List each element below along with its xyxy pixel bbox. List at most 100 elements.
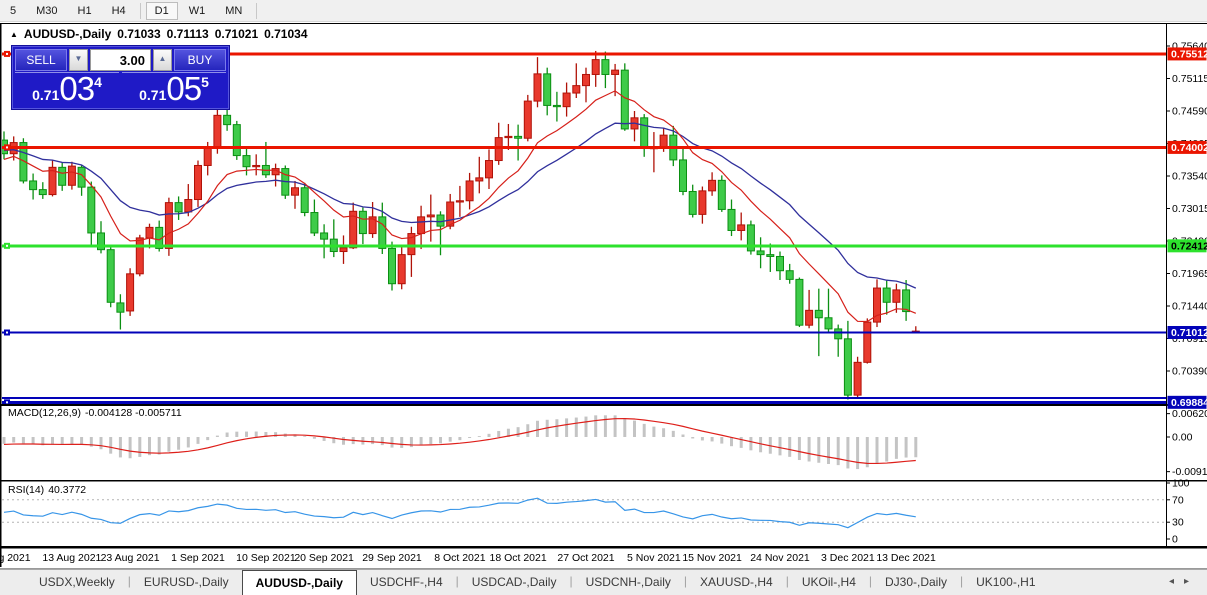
buy-price-pip-digit: 5: [201, 74, 209, 90]
hline-anchor-marker-center: [6, 146, 8, 149]
chart-tab-usdx-weekly[interactable]: USDX,Weekly: [26, 570, 128, 595]
rsi-panel[interactable]: [2, 497, 1166, 529]
macd-values: -0.004128 -0.005711: [84, 407, 182, 419]
date-tick-label: 8 Oct 2021: [434, 552, 486, 564]
candle-bear: [514, 135, 523, 139]
price-tick-label: 0.70390: [1172, 366, 1207, 378]
macd-name: MACD(12,26,9): [8, 407, 81, 419]
chart-tab-usdcad-daily[interactable]: USDCAD-,Daily: [459, 570, 570, 595]
price-tick-label: 0.71440: [1172, 301, 1207, 313]
rsi-tick-label: 70: [1172, 494, 1184, 506]
candle-bear: [824, 317, 833, 330]
chart-tab-xauusd-h4[interactable]: XAUUSD-,H4: [687, 570, 786, 595]
date-tick-label: 23 Aug 2021: [101, 552, 160, 564]
hline-anchor-marker-center: [6, 244, 8, 247]
timeframe-button-5[interactable]: 5: [1, 2, 25, 20]
candle-bear: [620, 69, 629, 130]
candle-bull: [339, 247, 348, 253]
candle-bull: [475, 177, 484, 182]
candle-bull: [203, 147, 212, 166]
timeframe-button-m30[interactable]: M30: [27, 2, 66, 20]
date-tick-label: 15 Nov 2021: [682, 552, 742, 564]
tab-scroll-arrows: ◂▸: [1169, 576, 1199, 587]
tab-scroll-left-icon[interactable]: ◂: [1169, 576, 1184, 587]
candle-bull: [698, 190, 707, 215]
candle-bear: [766, 254, 775, 257]
tab-scroll-right-icon[interactable]: ▸: [1184, 576, 1199, 587]
candle-bear: [756, 250, 765, 256]
collapse-chart-icon[interactable]: ▲: [10, 30, 18, 39]
ohlc-open: 0.71033: [117, 27, 161, 41]
hline-anchor-marker-center: [6, 401, 8, 404]
chart-tab-audusd-daily[interactable]: AUDUSD-,Daily: [241, 570, 357, 595]
date-tick-label: 20 Sep 2021: [294, 552, 354, 564]
price-tick-label: 0.71965: [1172, 268, 1207, 280]
candle-bear: [388, 247, 396, 285]
candle-bull: [213, 114, 222, 149]
timeframe-button-h4[interactable]: H4: [103, 2, 135, 20]
candle-bull: [591, 59, 600, 75]
candle-bear: [232, 124, 241, 157]
hline-anchor-marker-center: [6, 331, 8, 334]
chart-symbol-period: AUDUSD-,Daily: [23, 27, 112, 41]
candle-bear: [543, 73, 552, 106]
volume-decrease-button[interactable]: ▼: [69, 49, 88, 71]
buy-button[interactable]: BUY: [174, 49, 226, 71]
buy-price-big-digits: 05: [166, 70, 202, 107]
chart-tab-usdchf-h4[interactable]: USDCHF-,H4: [357, 570, 456, 595]
candle-bull: [446, 201, 455, 227]
candle-bear: [601, 59, 610, 75]
candle-bear: [688, 190, 697, 215]
sell-price[interactable]: 0.71 03 4: [15, 72, 119, 106]
sell-button[interactable]: SELL: [15, 49, 67, 71]
candle-bull: [494, 137, 503, 162]
timeframe-toolbar: 5 M30 H1 H4 D1 W1 MN: [0, 0, 1207, 22]
timeframe-button-mn[interactable]: MN: [216, 2, 251, 20]
candle-bull: [397, 254, 406, 285]
chart-tab-usdcnh-daily[interactable]: USDCNH-,Daily: [573, 570, 684, 595]
candle-bull: [504, 135, 513, 139]
price-tick-label: 0.73540: [1172, 171, 1207, 183]
chart-tab-eurusd-daily[interactable]: EURUSD-,Daily: [131, 570, 242, 595]
candle-bull: [164, 202, 173, 249]
hline-anchor-marker-center: [6, 52, 8, 55]
chart-tab-uk100-h1[interactable]: UK100-,H1: [963, 570, 1048, 595]
ohlc-close: 0.71034: [264, 27, 308, 41]
date-tick-label: 13 Aug 2021: [42, 552, 101, 564]
rsi-tick-label: 30: [1172, 517, 1184, 529]
candle-bear: [358, 210, 367, 235]
candle-bear: [320, 232, 329, 240]
candle-bull: [465, 180, 474, 202]
macd-panel[interactable]: [2, 415, 918, 470]
candle-bear: [58, 166, 67, 186]
candle-bear: [310, 212, 319, 234]
timeframe-button-w1[interactable]: W1: [180, 2, 215, 20]
sell-price-big-digits: 03: [59, 70, 95, 107]
candle-bull: [145, 226, 154, 239]
candle-bear: [174, 202, 183, 213]
one-click-trading-panel: SELL ▼ ▲ BUY 0.71 03 4 0.71 05 5: [12, 46, 229, 109]
volume-input[interactable]: [90, 49, 151, 71]
volume-increase-button[interactable]: ▲: [153, 49, 172, 71]
timeframe-button-d1[interactable]: D1: [145, 1, 178, 20]
candle-bear: [116, 302, 125, 313]
timeframe-button-h1[interactable]: H1: [69, 2, 101, 20]
candle-bear: [378, 216, 387, 249]
buy-price[interactable]: 0.71 05 5: [122, 72, 226, 106]
candle-bull: [426, 214, 435, 218]
chart-tab-dj30-daily[interactable]: DJ30-,Daily: [872, 570, 960, 595]
toolbar-separator: [256, 2, 258, 19]
candle-bear: [436, 214, 445, 227]
chart-tab-ukoil-h4[interactable]: UKOil-,H4: [789, 570, 869, 595]
candle-bear: [882, 287, 891, 303]
rsi-label: RSI(14) 40.3772: [8, 484, 90, 496]
candle-bull: [485, 160, 493, 179]
macd-tick-label: 0.006201: [1172, 408, 1207, 420]
rsi-tick-label: 0: [1172, 534, 1178, 546]
date-tick-label: 13 Dec 2021: [876, 552, 936, 564]
candle-bear: [679, 159, 687, 192]
price-badge-label: 0.71012: [1171, 327, 1207, 339]
candle-bull: [291, 187, 299, 196]
rsi-line: [3, 497, 916, 529]
ohlc-high: 0.71113: [166, 27, 209, 41]
